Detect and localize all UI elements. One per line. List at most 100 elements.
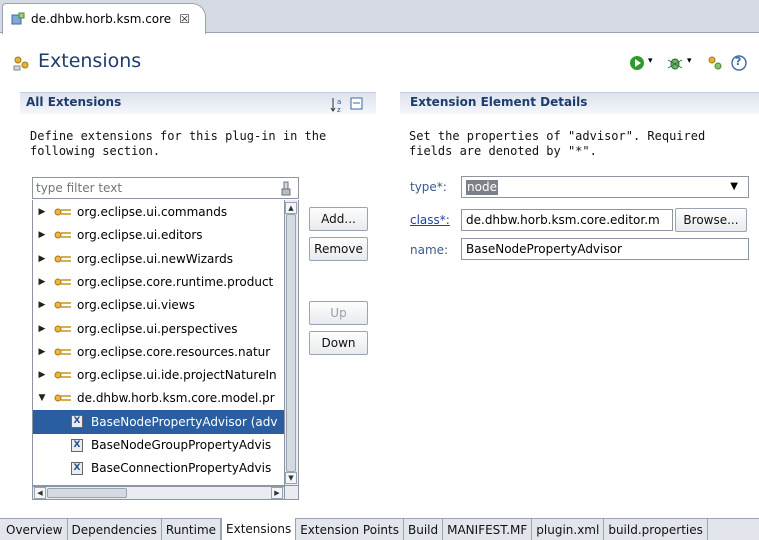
collapsed-arrow-icon[interactable]: ▶ — [35, 370, 49, 380]
editor-tab[interactable]: de.dhbw.horb.ksm.core ☒ — [2, 3, 206, 34]
collapsed-arrow-icon[interactable]: ▶ — [35, 277, 49, 287]
scroll-left-icon[interactable]: ◀ — [34, 487, 46, 499]
extension-point-icon — [54, 255, 71, 263]
svg-text:z: z — [337, 106, 341, 114]
tab-dependencies[interactable]: Dependencies — [67, 519, 162, 540]
tree-vertical-scrollbar[interactable]: ▲ ▼ — [285, 200, 299, 486]
tab-overview[interactable]: Overview — [2, 519, 68, 540]
all-extensions-description: Define extensions for this plug-in in th… — [30, 129, 327, 158]
chevron-down-icon[interactable]: ▼ — [730, 181, 738, 192]
tree-extension-row[interactable]: ▶ org.eclipse.ui.editors — [33, 223, 284, 247]
element-details-description: Set the properties of "advisor". Require… — [409, 129, 706, 158]
tree-item-label: org.eclipse.ui.views — [77, 298, 195, 313]
scroll-up-icon[interactable]: ▲ — [285, 202, 297, 214]
debug-icon[interactable] — [664, 53, 686, 73]
collapsed-arrow-icon[interactable]: ▶ — [35, 300, 49, 310]
expanded-arrow-icon[interactable]: ▼ — [35, 393, 49, 403]
horizontal-scroll-thumb[interactable] — [47, 488, 127, 498]
tree-item-label: org.eclipse.ui.newWizards — [77, 251, 233, 266]
tree-extension-row[interactable]: ▶ org.eclipse.core.runtime.product — [33, 270, 284, 294]
class-field[interactable]: de.dhbw.horb.ksm.core.editor.m — [461, 209, 673, 231]
clear-filter-icon[interactable] — [278, 179, 294, 197]
extension-point-icon — [54, 208, 71, 216]
xml-element-icon: X — [71, 438, 83, 452]
scrollbar-corner — [285, 486, 299, 500]
collapsed-arrow-icon[interactable]: ▶ — [35, 254, 49, 264]
xml-element-icon: X — [71, 415, 83, 429]
plugin-icon — [11, 12, 25, 25]
svg-text:a: a — [337, 98, 341, 106]
extension-point-icon — [54, 325, 71, 332]
tree-extension-row[interactable]: ▶ org.eclipse.ui.perspectives — [33, 317, 284, 341]
element-details-title: Extension Element Details — [410, 95, 588, 109]
tree-item-label: org.eclipse.ui.perspectives — [77, 321, 238, 336]
extension-wizard-icon[interactable] — [704, 53, 726, 73]
tree-item-label: org.eclipse.core.runtime.product — [77, 274, 274, 289]
tree-extension-row[interactable]: ▶ org.eclipse.ui.newWizards — [33, 247, 284, 271]
type-value: node — [466, 180, 498, 195]
extensions-icon — [13, 56, 29, 71]
editor-page-tabs: Overview Dependencies Runtime Extensions Ext… — [0, 518, 759, 540]
tab-build-properties[interactable]: build.properties — [604, 519, 708, 540]
filter-input[interactable] — [36, 180, 266, 196]
extension-point-icon — [54, 348, 71, 356]
tree-item-label: org.eclipse.core.resources.natur — [77, 344, 271, 359]
tree-extension-row[interactable]: ▶ org.eclipse.ui.commands — [33, 200, 284, 224]
collapsed-arrow-icon[interactable]: ▶ — [35, 230, 49, 240]
tab-build[interactable]: Build — [403, 519, 444, 540]
tree-item-label: org.eclipse.ui.ide.projectNatureIn — [77, 368, 277, 383]
collapsed-arrow-icon[interactable]: ▶ — [35, 347, 49, 357]
run-dropdown-icon[interactable]: ▾ — [648, 56, 653, 66]
run-icon[interactable] — [626, 53, 648, 73]
tree-extension-row[interactable]: ▶ org.eclipse.ui.ide.projectNatureIn — [33, 363, 284, 387]
tree-item-label: BaseNodeGroupPropertyAdvis — [91, 438, 272, 452]
scroll-down-icon[interactable]: ▼ — [285, 472, 297, 484]
close-icon[interactable]: ☒ — [179, 12, 190, 26]
extension-point-icon — [54, 371, 71, 379]
tree-element-row[interactable]: X BaseNodePropertyAdvisor (adv — [33, 409, 284, 434]
vertical-scroll-thumb[interactable] — [286, 214, 296, 472]
tab-extensions[interactable]: Extensions — [221, 518, 297, 540]
tree-item-label: org.eclipse.ui.editors — [77, 228, 203, 243]
tree-extension-row[interactable]: ▶ org.eclipse.ui.views — [33, 293, 284, 317]
filter-box[interactable] — [32, 177, 299, 199]
xml-element-icon: X — [71, 461, 83, 475]
extension-point-icon — [54, 231, 71, 239]
class-link[interactable]: class*: — [410, 213, 450, 227]
tab-runtime[interactable]: Runtime — [161, 519, 222, 540]
debug-dropdown-icon[interactable]: ▾ — [687, 56, 692, 66]
tree-item-label: BaseConnectionPropertyAdvis — [91, 461, 272, 476]
extension-point-icon — [54, 394, 71, 402]
tree-horizontal-scrollbar[interactable]: ◀ ▶ — [32, 486, 285, 500]
collapse-all-icon[interactable] — [350, 97, 364, 111]
tree-element-row[interactable]: X BaseNodeGroupPropertyAdvis — [33, 433, 284, 457]
type-select[interactable]: node ▼ — [461, 176, 749, 198]
extensions-tree[interactable]: ▶ org.eclipse.ui.commands ▶ org.eclipse.ui.… — [32, 200, 285, 486]
up-button[interactable]: Up — [309, 301, 368, 325]
tree-item-label: de.dhbw.horb.ksm.core.model.pr — [77, 391, 275, 406]
collapsed-arrow-icon[interactable]: ▶ — [35, 324, 49, 334]
tree-extension-row[interactable]: ▼ de.dhbw.horb.ksm.core.model.pr — [33, 386, 284, 410]
browse-button[interactable]: Browse... — [675, 208, 747, 232]
tab-plugin-xml[interactable]: plugin.xml — [532, 519, 605, 540]
page-title: Extensions — [38, 50, 142, 72]
scroll-right-icon[interactable]: ▶ — [271, 487, 283, 499]
editor-tab-title: de.dhbw.horb.ksm.core — [31, 12, 172, 26]
tab-extension-points[interactable]: Extension Points — [296, 519, 404, 540]
tree-extension-row[interactable]: ▶ org.eclipse.core.resources.natur — [33, 340, 284, 364]
name-label: name: — [410, 243, 449, 257]
tree-item-label: BaseNodePropertyAdvisor (adv — [91, 414, 278, 429]
tab-manifest-mf[interactable]: MANIFEST.MF — [443, 519, 533, 540]
help-glyph: ? — [735, 55, 742, 68]
all-extensions-title: All Extensions — [26, 95, 122, 109]
down-button[interactable]: Down — [309, 331, 368, 355]
extension-point-icon — [54, 301, 71, 309]
add-button[interactable]: Add... — [309, 207, 368, 231]
type-label: type*: — [410, 180, 447, 194]
tree-element-row[interactable]: X BaseConnectionPropertyAdvis — [33, 456, 284, 480]
help-icon[interactable]: ? — [728, 53, 750, 73]
collapsed-arrow-icon[interactable]: ▶ — [35, 207, 49, 217]
sort-alpha-icon[interactable]: az — [330, 96, 346, 114]
remove-button[interactable]: Remove — [309, 237, 368, 261]
name-field[interactable]: BaseNodePropertyAdvisor — [461, 238, 749, 260]
